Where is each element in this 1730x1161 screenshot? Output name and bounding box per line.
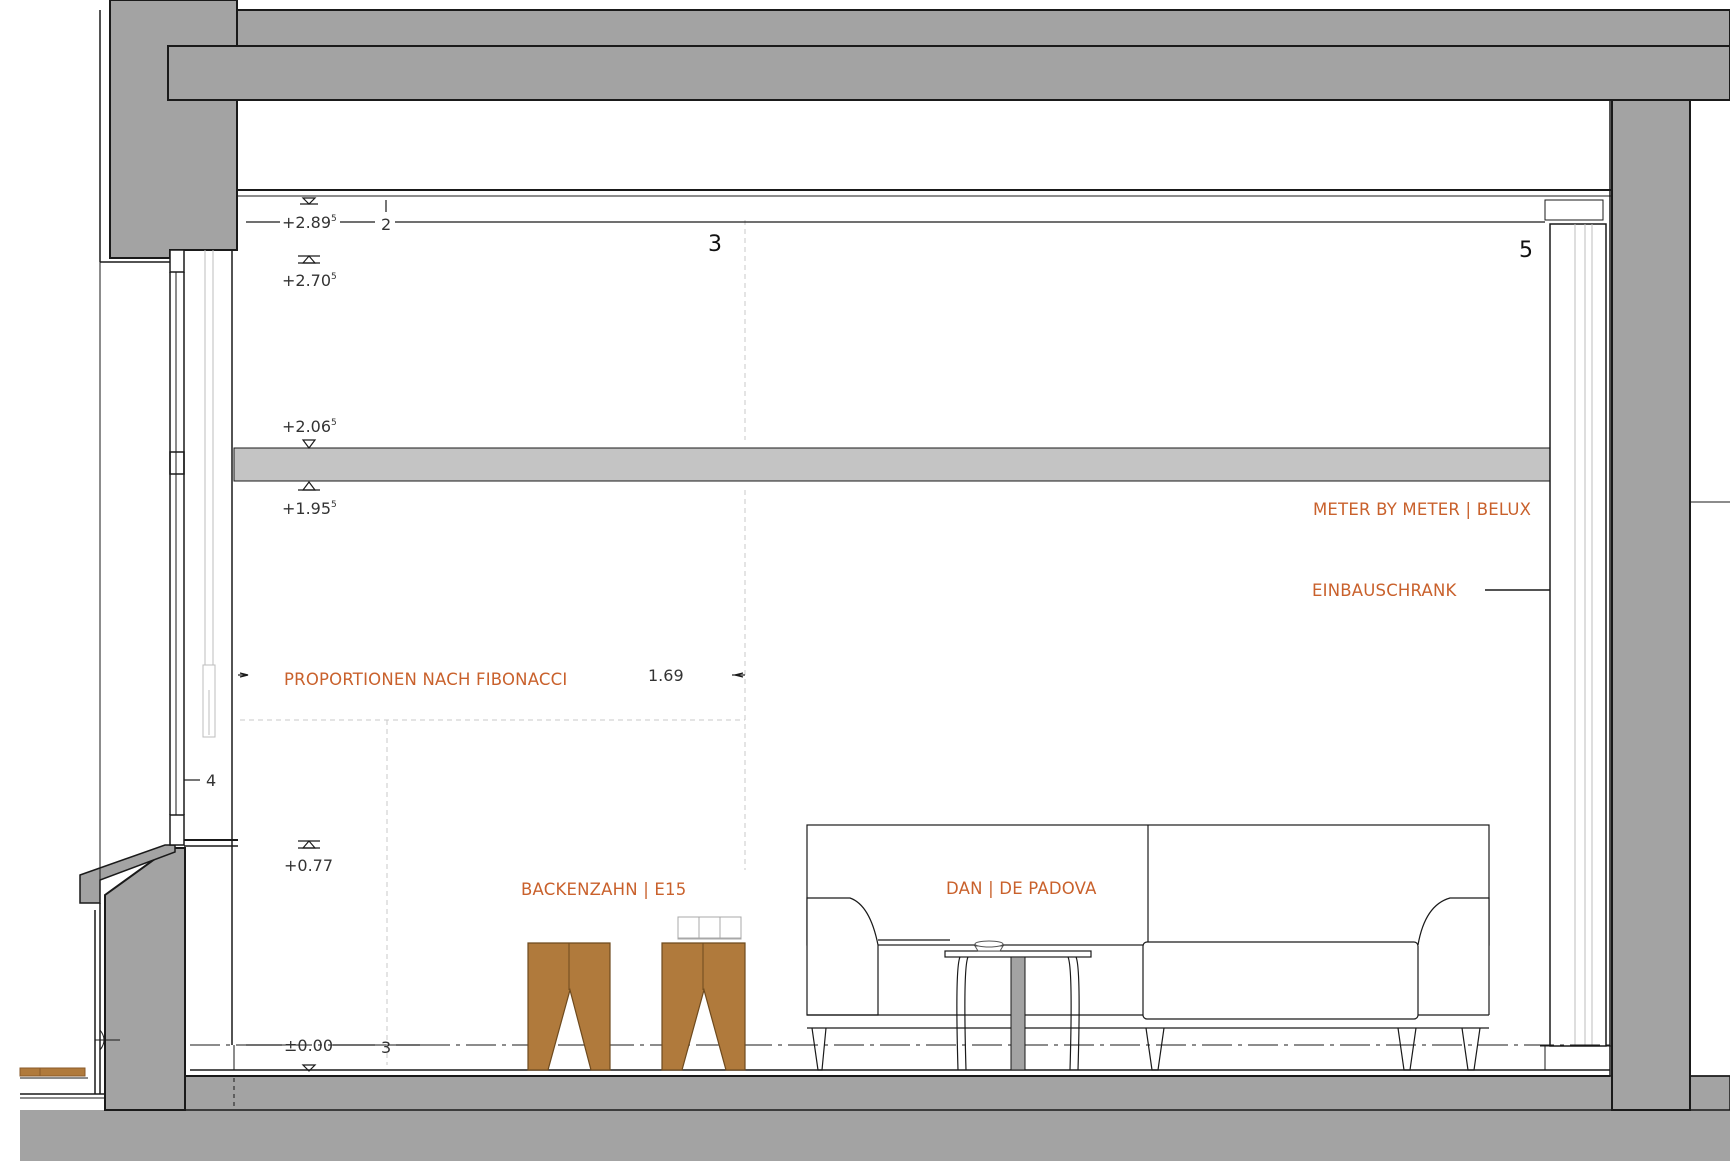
building-section-drawing: +2.895 +2.705 +2.065 +1.955 +0.77 ±0.00 … [19,0,1730,1161]
marker-5: 5 [1519,238,1533,263]
built-in-cabinet [1549,223,1607,1047]
floor-band [184,1075,1730,1111]
side-table [944,940,1092,1071]
level-206: +2.065 [282,417,337,436]
right-column [1611,99,1691,1111]
upper-left-wall [109,0,238,259]
ground-slab [20,1110,1730,1161]
level-270: +2.705 [282,271,337,290]
stool-left [527,942,611,1071]
window-frame [169,249,185,273]
reference-lines [240,220,746,1065]
marker-bottom-small: 3 [381,1038,391,1057]
level-077: +0.77 [284,856,333,875]
level-289: +2.895 [282,213,337,232]
ceiling-slab [167,45,1730,101]
lower-left-wall [104,847,186,1111]
outside-bench [19,1067,41,1077]
level-labels: +2.895 +2.705 +2.065 +1.955 +0.77 ±0.00 [282,213,337,1055]
marker-top-small: 2 [381,215,391,234]
upper-band [236,9,1730,47]
label-einbauschrank: EINBAUSCHRANK [1312,581,1458,600]
level-000: ±0.00 [284,1036,333,1055]
label-meter-by-meter: METER BY METER | BELUX [1313,500,1531,519]
dan-sofa [806,824,1490,1071]
dimension-169: 1.69 [648,666,684,685]
marker-3: 3 [708,232,722,257]
label-dan: DAN | DE PADOVA [946,879,1097,898]
marker-4: 4 [206,771,216,790]
light-beam [233,447,1551,482]
stool-right [661,942,746,1071]
books [677,916,742,940]
level-195: +1.955 [282,499,337,518]
label-fibonacci: PROPORTIONEN NACH FIBONACCI [284,670,567,689]
backenzahn-stools [527,916,746,1071]
label-backenzahn: BACKENZAHN | E15 [521,880,686,899]
